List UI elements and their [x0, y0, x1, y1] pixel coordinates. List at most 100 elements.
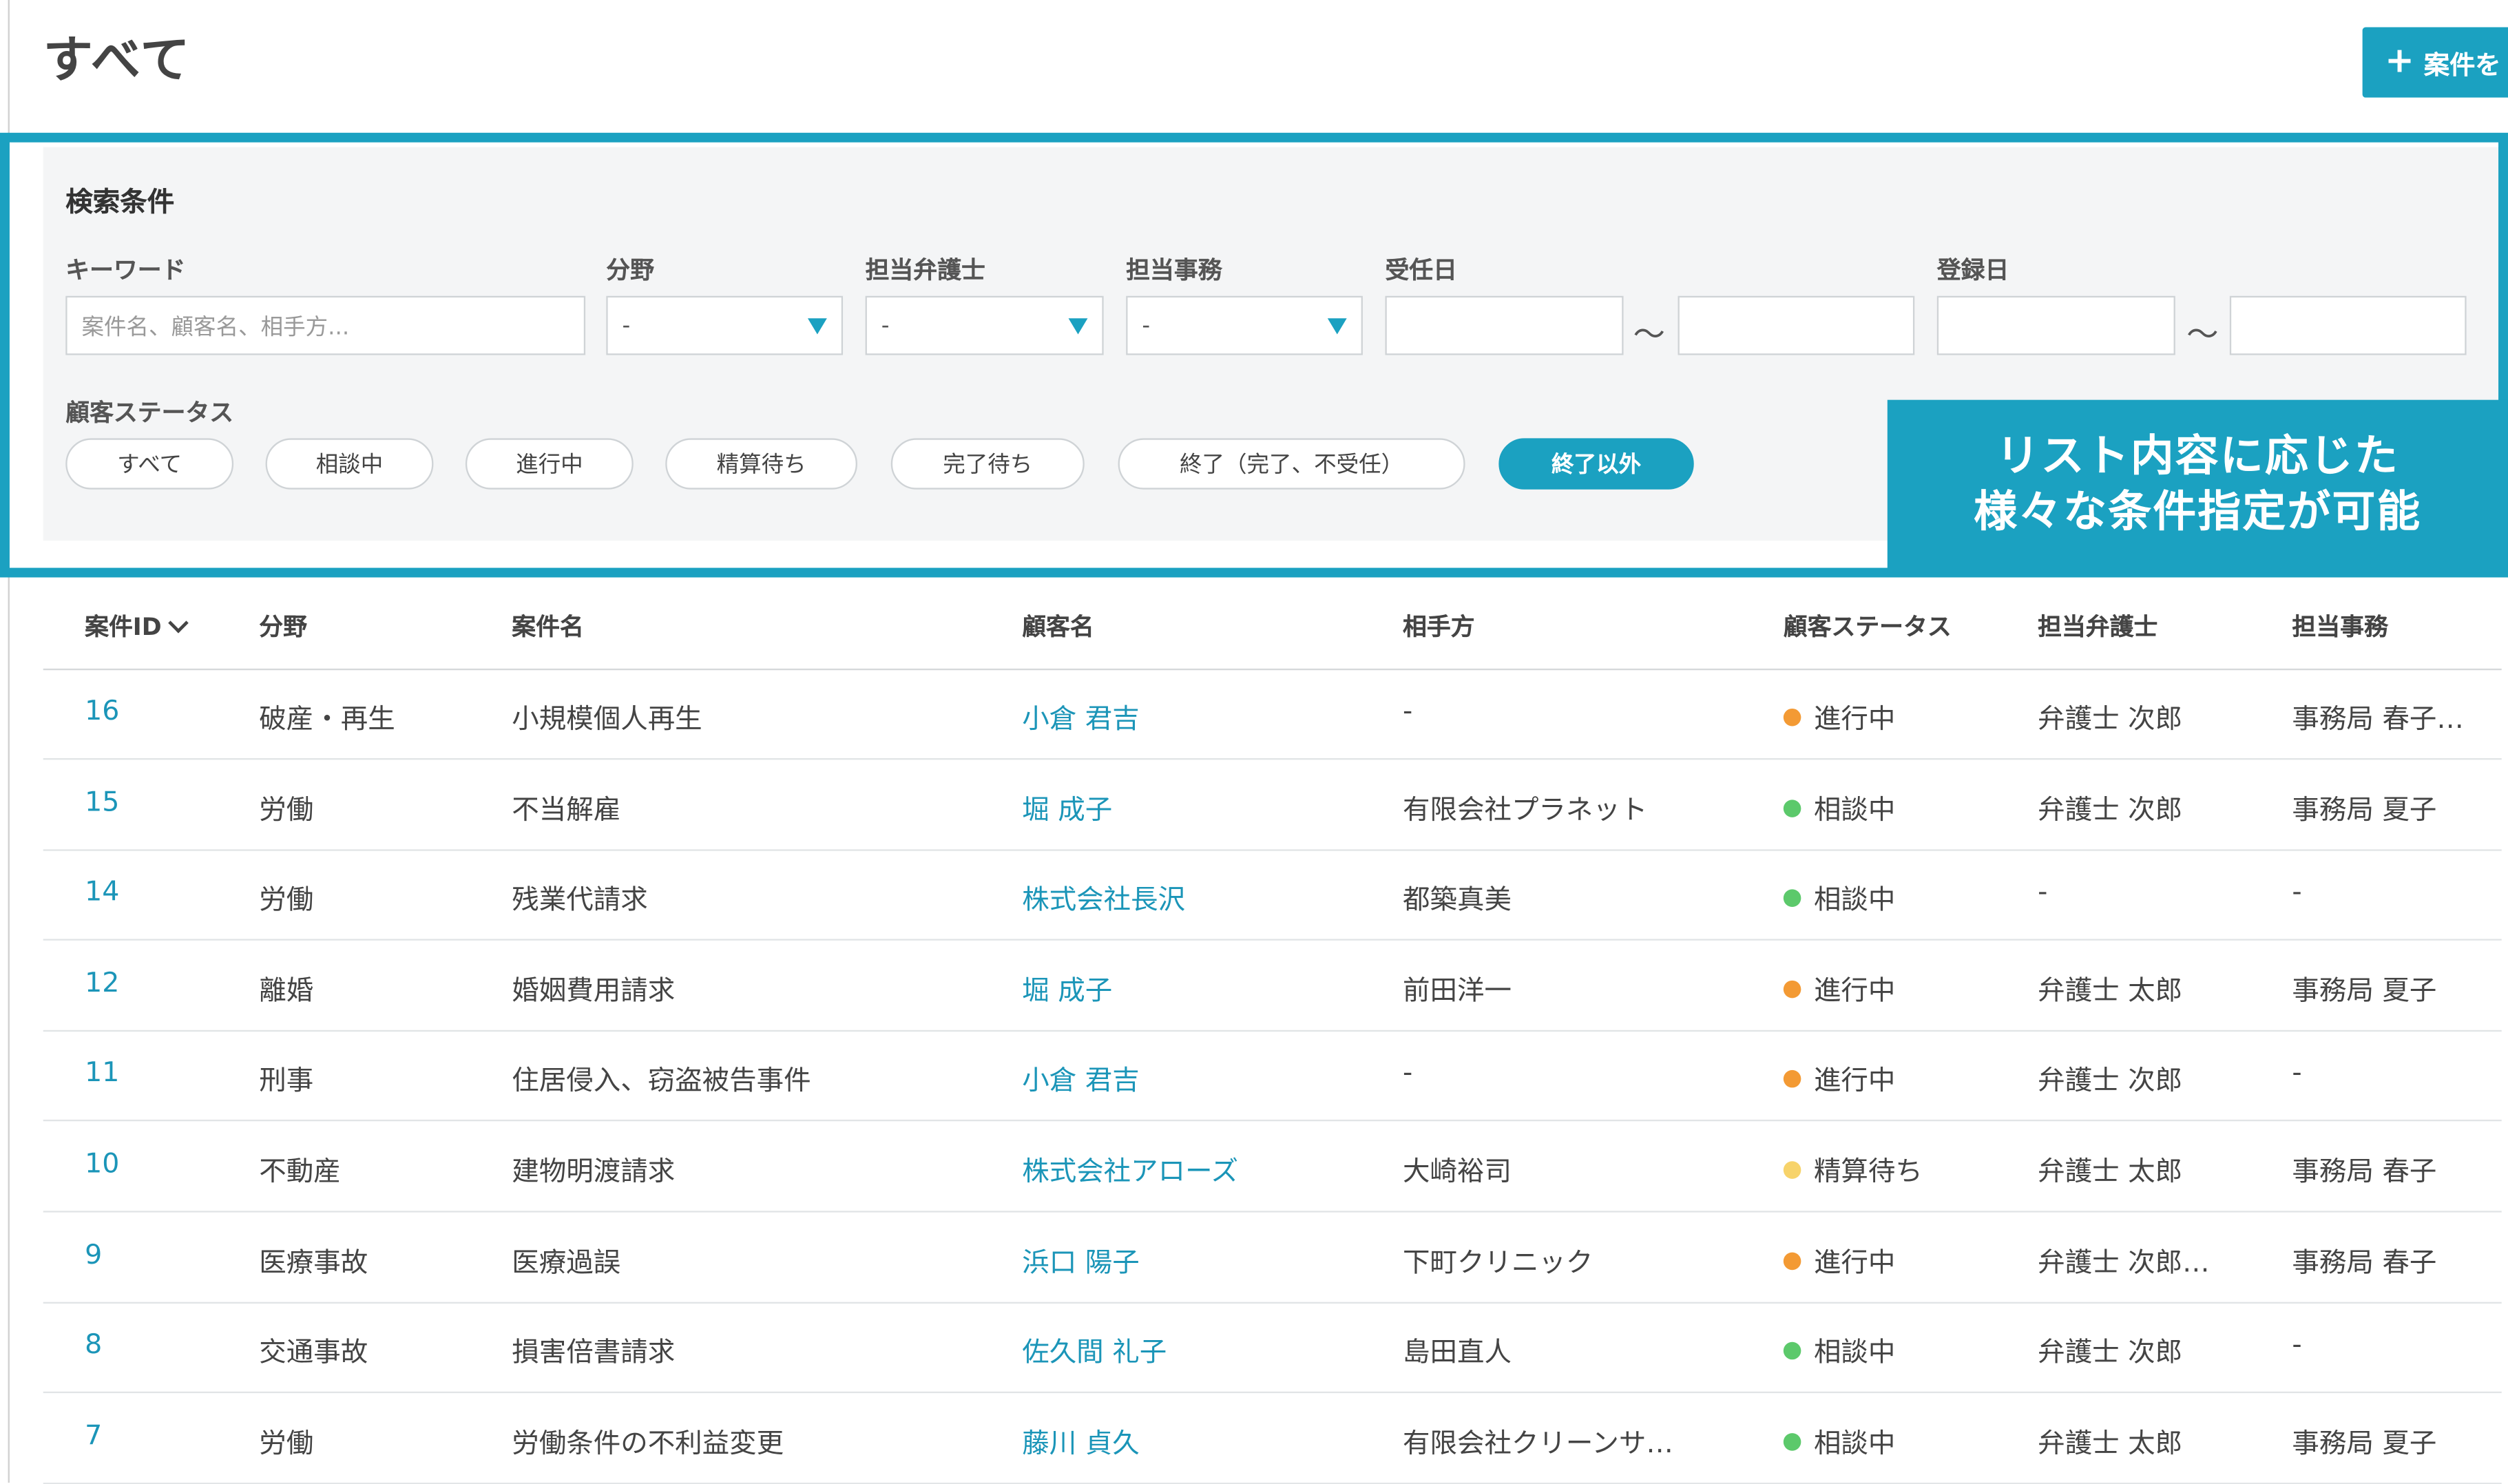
cell-client-status: 進行中: [1783, 696, 1896, 736]
col-case-id[interactable]: 案件ID: [85, 609, 189, 643]
table-row[interactable]: 9 医療事故 医療過誤 浜口 陽子 下町クリニック 進行中 弁護士 次郎… 事務局 春子: [43, 1212, 2502, 1304]
cell-office-text: 事務局 夏子: [2292, 975, 2437, 1007]
cell-case-id-text: 7: [85, 1420, 103, 1452]
cell-client-status: 相談中: [1783, 877, 1895, 917]
col-case-name[interactable]: 案件名: [512, 609, 584, 643]
cell-opponent: 下町クリニック: [1403, 1239, 1593, 1279]
plus-icon: +: [2385, 41, 2414, 82]
cell-office-text: -: [2292, 1058, 2302, 1090]
table-row[interactable]: 12 離婚 婚姻費用請求 堀 成子 前田洋一 進行中 弁護士 太郎 事務局 夏子: [43, 940, 2502, 1032]
cell-office: 事務局 春子…: [2292, 696, 2463, 735]
caret-down-icon: [1327, 318, 1347, 335]
table-row[interactable]: 7 労働 労働条件の不利益変更 藤川 貞久 有限会社クリーンサ… 相談中 弁護士 太郎 事務局…: [43, 1393, 2502, 1484]
cell-office-text: 事務局 春子: [2292, 1246, 2437, 1279]
cell-lawyer: 弁護士 太郎: [2038, 968, 2182, 1007]
cell-lawyer: 弁護士 次郎…: [2038, 1239, 2209, 1279]
table-row[interactable]: 10 不動産 建物明渡請求 株式会社アローズ 大崎裕司 精算待ち 弁護士 太郎 事務局 春子: [43, 1121, 2502, 1213]
col-client[interactable]: 顧客名: [1022, 609, 1094, 643]
cell-field: 交通事故: [259, 1330, 368, 1370]
registered-date-to[interactable]: [2229, 295, 2467, 355]
col-field[interactable]: 分野: [259, 609, 307, 643]
status-filter-awaiting-completion[interactable]: 完了待ち: [890, 438, 1085, 490]
add-case-button[interactable]: + 案件を: [2362, 27, 2508, 98]
lawyer-select[interactable]: -: [865, 295, 1104, 355]
cell-opponent: 大崎裕司: [1403, 1149, 1512, 1188]
cell-client[interactable]: 佐久間 礼子: [1022, 1330, 1167, 1369]
office-select[interactable]: -: [1126, 295, 1363, 355]
cell-client[interactable]: 株式会社長沢: [1022, 877, 1185, 917]
cell-client[interactable]: 株式会社アローズ: [1022, 1149, 1238, 1188]
col-office[interactable]: 担当事務: [2292, 609, 2387, 643]
status-filter-awaiting-settlement[interactable]: 精算待ち: [665, 438, 857, 490]
table-row[interactable]: 8 交通事故 損害倍書請求 佐久間 礼子 島田直人 相談中 弁護士 次郎 -: [43, 1302, 2502, 1394]
accepted-date-from[interactable]: [1385, 295, 1624, 355]
cell-case-id[interactable]: 10: [85, 1149, 119, 1180]
callout-line-2: 様々な条件指定が可能: [1974, 488, 2422, 538]
status-filter-in-progress[interactable]: 進行中: [465, 438, 634, 490]
cell-case-id[interactable]: 7: [85, 1420, 102, 1452]
table-row[interactable]: 14 労働 残業代請求 株式会社長沢 都築真美 相談中 - -: [43, 850, 2502, 941]
cell-office-text: -: [2292, 1329, 2302, 1362]
accepted-date-label: 受任日: [1385, 255, 1458, 285]
cell-case-name: 残業代請求: [512, 877, 647, 917]
keyword-input[interactable]: 案件名、顧客名、相手方...: [65, 295, 586, 355]
status-filter-not-closed[interactable]: 終了以外: [1498, 438, 1694, 490]
cell-field: 労働: [259, 1420, 313, 1460]
cell-case-id[interactable]: 12: [85, 968, 119, 999]
cell-case-name-text: 損害倍書請求: [512, 1337, 676, 1370]
cell-case-name: 損害倍書請求: [512, 1330, 676, 1370]
keyword-placeholder: 案件名、顧客名、相手方...: [81, 314, 350, 340]
cell-client[interactable]: 小倉 君吉: [1022, 696, 1140, 735]
field-select[interactable]: -: [606, 295, 844, 355]
cell-office: 事務局 夏子: [2292, 968, 2436, 1007]
cell-office: 事務局 春子: [2292, 1149, 2436, 1188]
cell-client-status-text: 進行中: [1813, 1065, 1896, 1098]
cell-field-text: 交通事故: [259, 1337, 368, 1370]
accepted-date-to[interactable]: [1678, 295, 1915, 355]
table-row[interactable]: 16 破産・再生 小規模個人再生 小倉 君吉 - 進行中 弁護士 次郎 事務局 春子…: [43, 669, 2502, 760]
cell-lawyer: 弁護士 次郎: [2038, 1330, 2182, 1369]
cell-client-status-text: 相談中: [1813, 1428, 1896, 1461]
cell-case-id[interactable]: 11: [85, 1058, 119, 1089]
cell-client[interactable]: 小倉 君吉: [1022, 1058, 1140, 1098]
table-row[interactable]: 15 労働 不当解雇 堀 成子 有限会社プラネット 相談中 弁護士 次郎 事務局 夏子: [43, 759, 2502, 850]
status-filter-closed[interactable]: 終了（完了、不受任）: [1118, 438, 1465, 490]
col-client-status[interactable]: 顧客ステータス: [1784, 609, 1952, 643]
col-lawyer[interactable]: 担当弁護士: [2038, 609, 2157, 643]
cell-case-id[interactable]: 8: [85, 1330, 102, 1361]
table-row[interactable]: 11 刑事 住居侵入、窃盗被告事件 小倉 君吉 - 進行中 弁護士 次郎 -: [43, 1031, 2502, 1122]
range-separator: 〜: [1633, 315, 1665, 354]
cell-case-id-text: 11: [85, 1058, 120, 1090]
cell-case-id[interactable]: 16: [85, 696, 119, 727]
cell-lawyer-text: -: [2038, 877, 2048, 909]
cell-case-id[interactable]: 14: [85, 877, 119, 908]
cell-client[interactable]: 藤川 貞久: [1022, 1420, 1140, 1460]
cell-case-id[interactable]: 9: [85, 1239, 102, 1271]
keyword-label: キーワード: [65, 255, 186, 285]
cell-client-status-text: 進行中: [1813, 703, 1896, 736]
cell-field: 離婚: [259, 968, 313, 1007]
cell-case-id-text: 15: [85, 786, 120, 819]
status-filter-consulting[interactable]: 相談中: [265, 438, 434, 490]
cell-field: 不動産: [259, 1149, 340, 1188]
caret-down-icon: [807, 318, 827, 335]
callout-line-1: リスト内容に応じた: [1996, 432, 2400, 482]
cell-client[interactable]: 堀 成子: [1022, 786, 1112, 826]
status-dot-icon: [1783, 1342, 1801, 1360]
status-dot-icon: [1783, 980, 1801, 998]
office-select-value: -: [1142, 313, 1151, 339]
cell-field-text: 労働: [259, 794, 314, 826]
col-case-id-label: 案件ID: [85, 612, 162, 642]
cell-client-status: 相談中: [1783, 1330, 1895, 1370]
registered-date-from[interactable]: [1936, 295, 2175, 355]
status-filter-all[interactable]: すべて: [65, 438, 234, 490]
status-dot-icon: [1783, 1070, 1801, 1089]
cell-client[interactable]: 浜口 陽子: [1022, 1239, 1140, 1279]
cell-case-id[interactable]: 15: [85, 786, 119, 818]
col-opponent[interactable]: 相手方: [1403, 609, 1475, 643]
cell-field-text: 刑事: [259, 1065, 314, 1098]
cell-client[interactable]: 堀 成子: [1022, 968, 1112, 1007]
cell-case-name: 労働条件の不利益変更: [512, 1420, 784, 1460]
status-dot-icon: [1783, 1432, 1801, 1451]
cell-lawyer: -: [2038, 877, 2047, 908]
